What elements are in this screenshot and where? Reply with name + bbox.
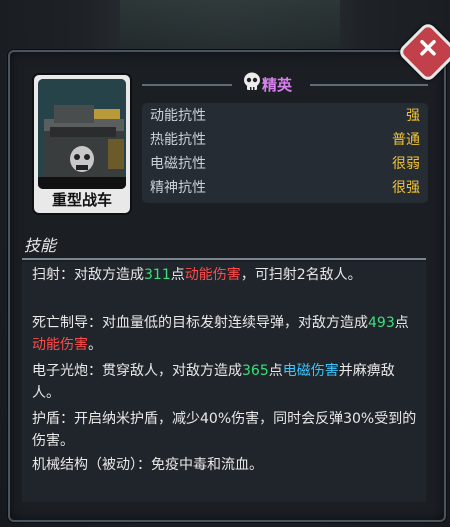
resistance-value: 普通 [392, 132, 420, 148]
resistance-label: 精神抗性 [150, 180, 206, 196]
background-art [120, 0, 340, 55]
skill-description: 机械结构（被动）：免疫中毒和流血。 [32, 457, 263, 473]
resistance-value: 强 [406, 108, 420, 124]
resistance-row: 电磁抗性 很弱 [150, 153, 420, 175]
resistance-list: 动能抗性 强 热能抗性 普通 电磁抗性 很弱 精神抗性 很强 [142, 103, 428, 203]
resistance-label: 动能抗性 [150, 108, 206, 124]
resistance-row: 动能抗性 强 [150, 105, 420, 127]
resistance-value: 很弱 [392, 156, 420, 172]
tank-image [38, 79, 126, 189]
unit-portrait: 重型战车 [32, 73, 132, 215]
unit-name: 重型战车 [51, 191, 112, 209]
skill-description: 死亡制导：对血量低的目标发射连续导弹，对敌方造成493点动能伤害。 [32, 315, 409, 353]
skills-title: 技能 [24, 236, 57, 255]
rank-label: 精英 [262, 76, 293, 94]
skill-description: 扫射：对敌方造成311点动能伤害，可扫射2名敌人。 [32, 267, 362, 283]
divider [22, 258, 426, 260]
resistance-value: 很强 [392, 180, 420, 196]
resistance-row: 精神抗性 很强 [150, 177, 420, 199]
skull-icon [244, 72, 260, 90]
close-icon [420, 40, 436, 56]
resistance-label: 电磁抗性 [150, 156, 206, 172]
resistance-label: 热能抗性 [150, 132, 206, 148]
skill-description: 护盾：开启纳米护盾，减少40%伤害，同时会反弹30%受到的伤害。 [32, 411, 417, 449]
skill-description: 电子光炮：贯穿敌人，对敌方造成365点电磁伤害并麻痹敌人。 [32, 363, 395, 401]
skills-list: 扫射：对敌方造成311点动能伤害，可扫射2名敌人。 死亡制导：对血量低的目标发射… [22, 262, 426, 502]
resistance-row: 热能抗性 普通 [150, 129, 420, 151]
